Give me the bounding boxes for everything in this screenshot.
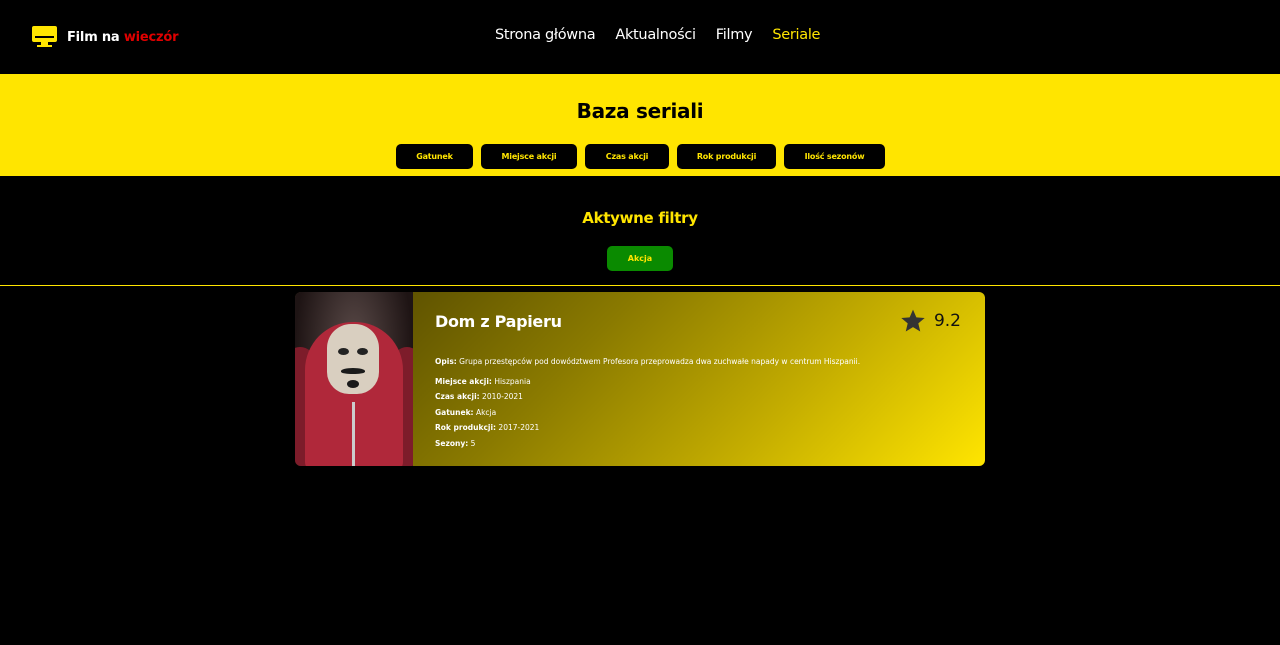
rating: 9.2 — [900, 308, 961, 334]
filter-location-button[interactable]: Miejsce akcji — [481, 144, 577, 169]
detail-value: Akcja — [475, 407, 497, 417]
nav-home[interactable]: Strona główna — [495, 27, 596, 43]
series-poster — [295, 292, 413, 466]
detail-label: Sezony: — [435, 438, 469, 448]
detail-label: Gatunek: — [435, 407, 474, 417]
rating-value: 9.2 — [933, 311, 961, 331]
site-header: Film na wieczór Strona główna Aktualnośc… — [0, 0, 1280, 74]
active-filters-title: Aktywne filtry — [582, 209, 698, 227]
logo[interactable]: Film na wieczór — [32, 26, 179, 48]
detail-label: Miejsce akcji: — [435, 376, 492, 386]
description-label: Opis: — [435, 357, 457, 366]
filter-year-button[interactable]: Rok produkcji — [677, 144, 776, 169]
card-body: Dom z Papieru 9.2 Opis: Grupa przestępcó… — [413, 292, 985, 466]
star-icon — [901, 309, 925, 332]
description-row: Opis: Grupa przestępców pod dowództwem P… — [435, 354, 860, 370]
series-title: Dom z Papieru — [435, 312, 562, 331]
logo-text-main: Film na — [67, 29, 120, 45]
detail-value: 2017-2021 — [498, 423, 540, 433]
active-filters-section: Aktywne filtry Akcja — [0, 176, 1280, 286]
series-banner: Baza seriali Gatunek Miejsce akcji Czas … — [0, 74, 1280, 176]
detail-row-genre: Gatunek: Akcja — [435, 405, 860, 421]
logo-text-accent: wieczór — [123, 29, 179, 45]
series-details: Opis: Grupa przestępców pod dowództwem P… — [435, 354, 860, 452]
detail-value: Hiszpania — [494, 376, 531, 386]
page-title: Baza seriali — [576, 99, 704, 123]
nav-series[interactable]: Seriale — [772, 27, 820, 43]
detail-row-time: Czas akcji: 2010-2021 — [435, 389, 860, 405]
detail-row-location: Miejsce akcji: Hiszpania — [435, 374, 860, 390]
filter-genre-button[interactable]: Gatunek — [396, 144, 473, 169]
detail-value: 5 — [470, 438, 476, 448]
detail-row-year: Rok produkcji: 2017-2021 — [435, 420, 860, 436]
filter-buttons: Gatunek Miejsce akcji Czas akcji Rok pro… — [396, 144, 893, 169]
series-card[interactable]: Dom z Papieru 9.2 Opis: Grupa przestępcó… — [295, 292, 985, 466]
main-nav: Strona główna Aktualności Filmy Seriale — [495, 27, 840, 43]
description-text: Grupa przestępców pod dowództwem Profeso… — [459, 357, 861, 366]
nav-news[interactable]: Aktualności — [615, 27, 696, 43]
tv-icon — [32, 26, 57, 48]
filter-seasons-button[interactable]: Ilość sezonów — [784, 144, 885, 169]
active-filter-chip[interactable]: Akcja — [607, 246, 673, 271]
logo-text: Film na wieczór — [67, 29, 179, 45]
detail-label: Rok produkcji: — [435, 423, 497, 433]
nav-movies[interactable]: Filmy — [716, 27, 753, 43]
detail-label: Czas akcji: — [435, 392, 480, 402]
detail-row-seasons: Sezony: 5 — [435, 436, 860, 452]
filter-time-button[interactable]: Czas akcji — [585, 144, 669, 169]
detail-value: 2010-2021 — [482, 392, 523, 402]
